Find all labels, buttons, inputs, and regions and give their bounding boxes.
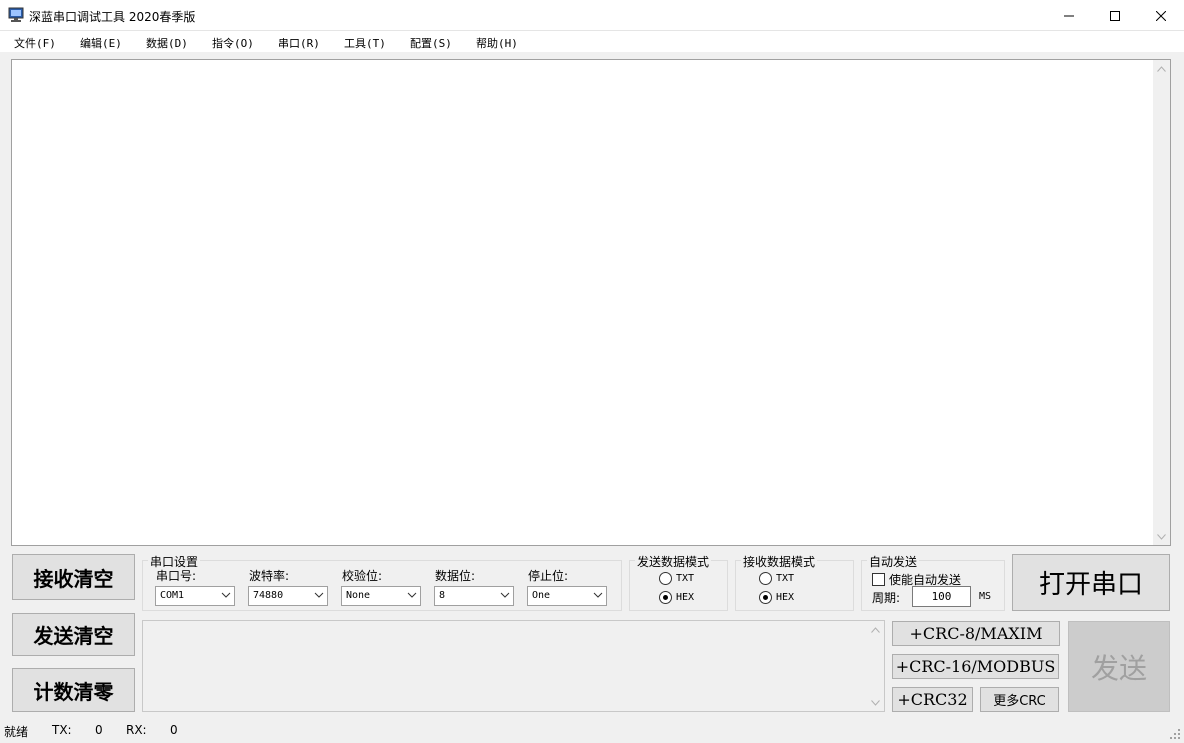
chevron-down-icon bbox=[407, 592, 417, 598]
auto-send-title: 自动发送 bbox=[867, 553, 920, 570]
databits-select[interactable]: 8 bbox=[434, 586, 514, 606]
baud-select[interactable]: 74880 bbox=[248, 586, 328, 606]
databits-label: 数据位: bbox=[435, 569, 476, 583]
title-bar: 深蓝串口调试工具 2020春季版 bbox=[0, 0, 1184, 31]
menu-edit[interactable]: 编辑(E) bbox=[78, 34, 124, 52]
maximize-button[interactable] bbox=[1092, 0, 1138, 31]
baud-label: 波特率: bbox=[249, 569, 290, 583]
send-button[interactable]: 发送 bbox=[1068, 621, 1170, 712]
crc16-button[interactable]: +CRC-16/MODBUS bbox=[892, 654, 1059, 679]
minimize-button[interactable] bbox=[1046, 0, 1092, 31]
clear-send-button[interactable]: 发送清空 bbox=[12, 613, 135, 656]
close-button[interactable] bbox=[1138, 0, 1184, 31]
menu-serial[interactable]: 串口(R) bbox=[276, 34, 322, 52]
recv-mode-txt-option[interactable]: TXT bbox=[759, 572, 794, 585]
serial-settings-group: 串口设置 串口号: COM1 波特率: 74880 校验位: None 数据位:… bbox=[142, 553, 622, 611]
rx-label: RX: bbox=[126, 723, 147, 737]
rx-count: 0 bbox=[170, 723, 178, 737]
scroll-up-arrow-icon[interactable] bbox=[867, 621, 884, 638]
receive-scrollbar[interactable] bbox=[1153, 60, 1170, 545]
clear-receive-button[interactable]: 接收清空 bbox=[12, 554, 135, 600]
databits-value: 8 bbox=[439, 590, 446, 601]
parity-value: None bbox=[346, 590, 371, 601]
receive-textarea[interactable] bbox=[11, 59, 1171, 546]
send-mode-txt-option[interactable]: TXT bbox=[659, 572, 694, 585]
baud-value: 74880 bbox=[253, 590, 284, 601]
scroll-up-arrow-icon[interactable] bbox=[1153, 60, 1170, 77]
menu-file[interactable]: 文件(F) bbox=[12, 34, 58, 52]
menu-data[interactable]: 数据(D) bbox=[144, 34, 190, 52]
menu-bar: 文件(F) 编辑(E) 数据(D) 指令(O) 串口(R) 工具(T) 配置(S… bbox=[0, 31, 1184, 53]
recv-mode-txt-label: TXT bbox=[776, 573, 795, 584]
recv-mode-hex-option[interactable]: HEX bbox=[759, 591, 794, 604]
chevron-down-icon bbox=[593, 592, 603, 598]
status-ready: 就绪 bbox=[4, 725, 29, 739]
send-mode-hex-option[interactable]: HEX bbox=[659, 591, 694, 604]
period-input[interactable]: 100 bbox=[912, 586, 971, 607]
period-unit: MS bbox=[979, 591, 992, 602]
monitor-icon bbox=[8, 7, 24, 23]
send-scrollbar[interactable] bbox=[867, 621, 884, 711]
reset-count-button[interactable]: 计数清零 bbox=[12, 668, 135, 712]
parity-select[interactable]: None bbox=[341, 586, 421, 606]
window-title: 深蓝串口调试工具 2020春季版 bbox=[29, 10, 196, 24]
stopbits-select[interactable]: One bbox=[527, 586, 607, 606]
status-bar: 就绪 TX: 0 RX: 0 bbox=[0, 719, 1184, 743]
scroll-down-arrow-icon[interactable] bbox=[1153, 528, 1170, 545]
crc32-button[interactable]: +CRC32 bbox=[892, 687, 973, 712]
recv-mode-title: 接收数据模式 bbox=[741, 553, 818, 570]
more-crc-button[interactable]: 更多CRC bbox=[980, 687, 1059, 712]
tx-count: 0 bbox=[95, 723, 103, 737]
auto-send-checkbox[interactable] bbox=[872, 573, 885, 586]
port-label: 串口号: bbox=[156, 569, 197, 583]
chevron-down-icon bbox=[500, 592, 510, 598]
open-port-button[interactable]: 打开串口 bbox=[1012, 554, 1170, 611]
port-value: COM1 bbox=[160, 590, 185, 601]
recv-mode-group: 接收数据模式 TXT HEX bbox=[735, 553, 854, 611]
resize-grip-icon[interactable] bbox=[1169, 728, 1181, 740]
crc8-button[interactable]: +CRC-8/MAXIM bbox=[892, 621, 1060, 646]
recv-mode-txt-radio[interactable] bbox=[759, 572, 772, 585]
send-mode-txt-radio[interactable] bbox=[659, 572, 672, 585]
stopbits-value: One bbox=[532, 590, 551, 601]
parity-label: 校验位: bbox=[342, 569, 383, 583]
scroll-down-arrow-icon[interactable] bbox=[867, 694, 884, 711]
recv-mode-hex-label: HEX bbox=[776, 592, 795, 603]
send-mode-title: 发送数据模式 bbox=[635, 553, 712, 570]
send-mode-group: 发送数据模式 TXT HEX bbox=[629, 553, 728, 611]
recv-mode-hex-radio[interactable] bbox=[759, 591, 772, 604]
send-textarea[interactable] bbox=[142, 620, 885, 712]
menu-command[interactable]: 指令(O) bbox=[210, 34, 256, 52]
stopbits-label: 停止位: bbox=[528, 569, 569, 583]
close-icon bbox=[1156, 10, 1166, 21]
minimize-icon bbox=[1064, 15, 1074, 16]
maximize-icon bbox=[1110, 10, 1120, 21]
menu-config[interactable]: 配置(S) bbox=[408, 34, 454, 52]
send-mode-hex-label: HEX bbox=[676, 592, 695, 603]
chevron-down-icon bbox=[314, 592, 324, 598]
port-select[interactable]: COM1 bbox=[155, 586, 235, 606]
menu-tools[interactable]: 工具(T) bbox=[342, 34, 388, 52]
send-mode-txt-label: TXT bbox=[676, 573, 695, 584]
chevron-down-icon bbox=[221, 592, 231, 598]
send-mode-hex-radio[interactable] bbox=[659, 591, 672, 604]
tx-label: TX: bbox=[52, 723, 72, 737]
period-label: 周期: bbox=[872, 591, 901, 605]
menu-help[interactable]: 帮助(H) bbox=[474, 34, 520, 52]
auto-send-group: 自动发送 使能自动发送 周期: 100 MS bbox=[861, 553, 1005, 611]
